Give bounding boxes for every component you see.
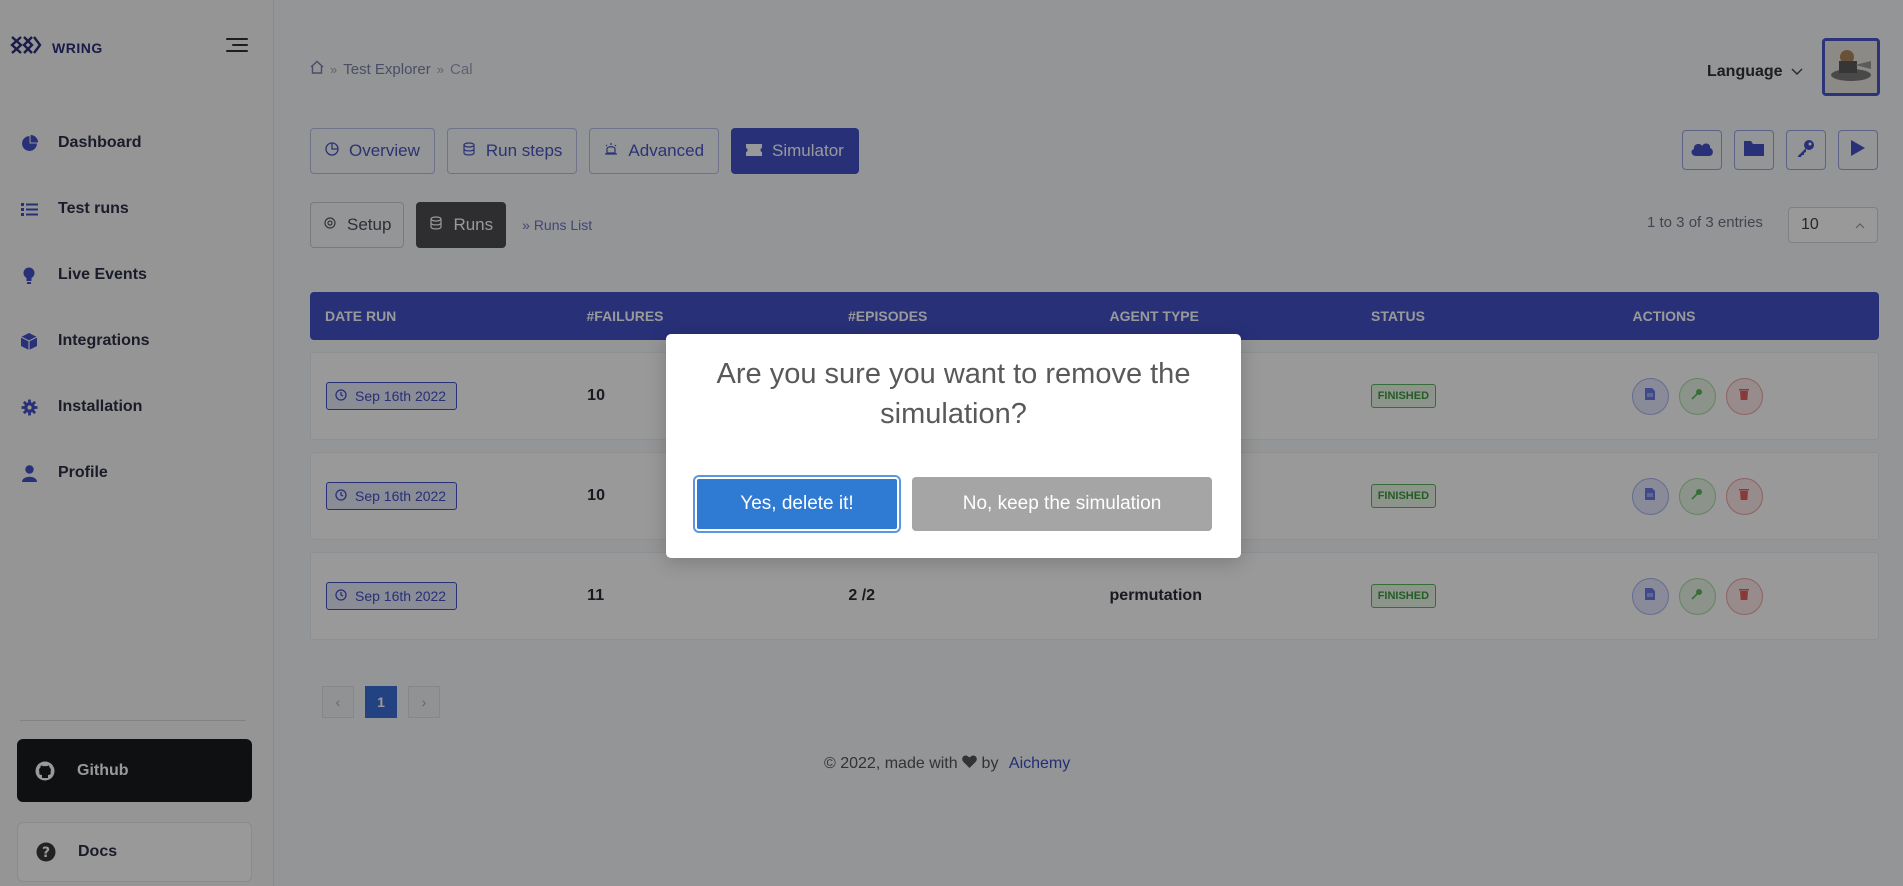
confirm-delete-button[interactable]: Yes, delete it!	[693, 475, 901, 533]
confirm-dialog: Are you sure you want to remove the simu…	[666, 334, 1241, 558]
cancel-button[interactable]: No, keep the simulation	[912, 477, 1212, 531]
dialog-title: Are you sure you want to remove the simu…	[716, 358, 1191, 430]
